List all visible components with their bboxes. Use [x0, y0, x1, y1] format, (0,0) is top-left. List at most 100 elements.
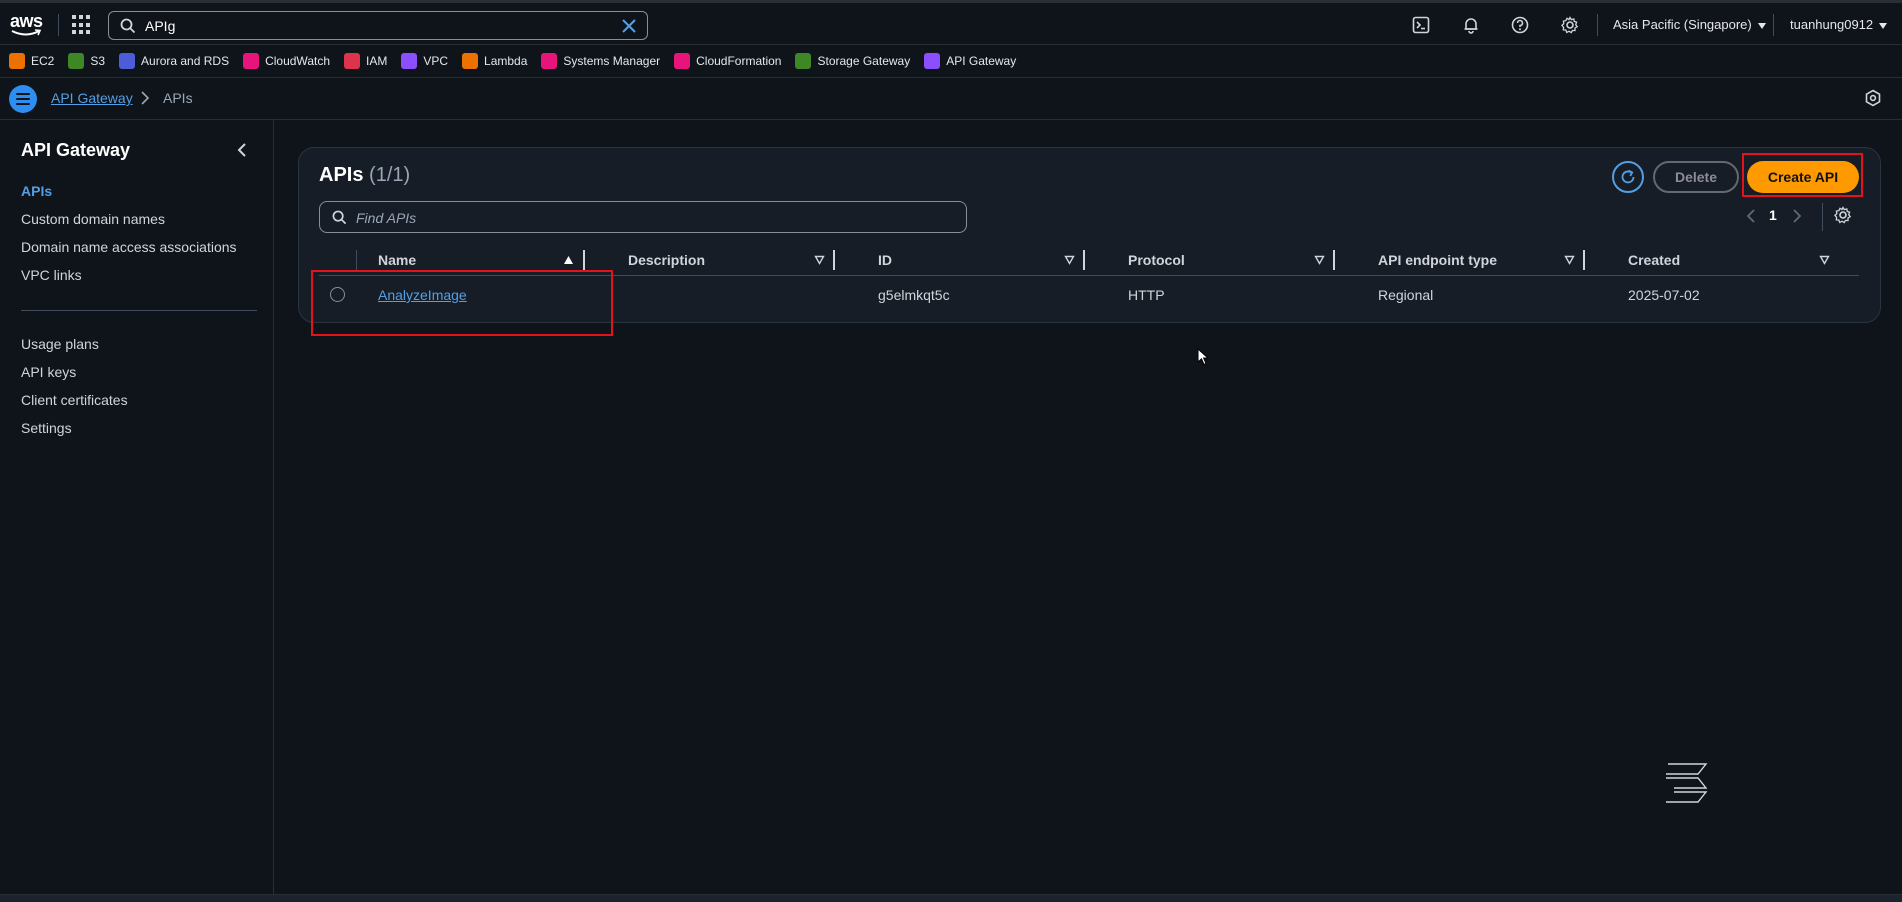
column-divider[interactable]: [1583, 250, 1585, 270]
sort-icon[interactable]: [814, 255, 825, 265]
aws-smile-icon: [11, 29, 41, 36]
column-header-endpoint-type[interactable]: API endpoint type: [1378, 252, 1497, 268]
search-input[interactable]: [145, 15, 615, 37]
favorite-label: Storage Gateway: [817, 54, 911, 68]
sidebar-item-api-keys[interactable]: API keys: [21, 364, 76, 380]
favorites-bar: EC2 S3 Aurora and RDS CloudWatch IAM VPC…: [0, 45, 1902, 78]
sort-ascending-icon[interactable]: [563, 255, 574, 265]
sidebar-title: API Gateway: [21, 140, 131, 160]
nav-divider: [1773, 14, 1774, 36]
favorite-cloudformation[interactable]: CloudFormation: [674, 53, 781, 69]
refresh-button[interactable]: [1612, 161, 1644, 193]
create-api-button[interactable]: Create API: [1747, 161, 1859, 193]
region-selector[interactable]: Asia Pacific (Singapore): [1613, 17, 1766, 32]
api-id: g5elmkqt5c: [878, 287, 950, 303]
aws-logo-text: aws: [10, 11, 43, 31]
pager-divider: [1822, 203, 1823, 231]
favorite-label: VPC: [423, 54, 449, 68]
favorite-systems-manager[interactable]: Systems Manager: [541, 53, 660, 69]
sort-icon[interactable]: [1564, 255, 1575, 265]
aws-logo[interactable]: aws: [10, 11, 44, 37]
panel-title-text: APIs: [319, 164, 364, 186]
column-divider[interactable]: [833, 250, 835, 270]
favorite-aurora-rds[interactable]: Aurora and RDS: [119, 53, 229, 69]
favorite-label: CloudFormation: [696, 54, 782, 68]
sidebar-item-settings[interactable]: Settings: [21, 420, 72, 436]
sidebar-item-domain-name-access-associations[interactable]: Domain name access associations: [21, 239, 237, 255]
rds-icon: [119, 53, 136, 69]
column-divider[interactable]: [1333, 250, 1335, 270]
caret-down-icon: [1879, 22, 1888, 29]
favorite-ec2[interactable]: EC2: [9, 53, 54, 69]
sidebar-item-vpc-links[interactable]: VPC links: [21, 267, 82, 283]
table-header: Name Description ID Protocol API endpoin…: [319, 244, 1859, 276]
clear-search-icon[interactable]: [621, 18, 637, 34]
favorite-label: IAM: [366, 54, 388, 68]
api-name-link[interactable]: AnalyzeImage: [378, 287, 467, 303]
page-number[interactable]: 1: [1769, 207, 1777, 223]
sidebar-item-usage-plans[interactable]: Usage plans: [21, 336, 99, 352]
favorite-label: Lambda: [484, 54, 528, 68]
column-header-created[interactable]: Created: [1628, 252, 1680, 268]
favorite-label: CloudWatch: [265, 54, 330, 68]
search-icon: [120, 18, 136, 34]
global-search[interactable]: [108, 11, 648, 40]
api-created: 2025-07-02: [1628, 287, 1700, 303]
favorite-vpc[interactable]: VPC: [401, 53, 448, 69]
favorite-api-gateway[interactable]: API Gateway: [924, 53, 1016, 69]
favorite-lambda[interactable]: Lambda: [462, 53, 527, 69]
favorite-label: API Gateway: [946, 54, 1017, 68]
cloudformation-icon: [674, 53, 691, 69]
cloudwatch-icon: [243, 53, 260, 69]
sidebar-item-custom-domain-names[interactable]: Custom domain names: [21, 211, 165, 227]
watermark-logo-icon: [1666, 763, 1708, 803]
chevron-left-icon[interactable]: [1746, 208, 1756, 224]
sidebar-item-apis[interactable]: APIs: [21, 183, 52, 199]
ec2-icon: [9, 53, 25, 69]
breadcrumb-link-api-gateway[interactable]: API Gateway: [51, 90, 133, 106]
favorite-s3[interactable]: S3: [68, 53, 105, 69]
mouse-cursor-icon: [1197, 348, 1209, 366]
chevron-right-icon: [141, 91, 150, 105]
row-select-radio[interactable]: [330, 287, 345, 302]
api-endpoint-type: Regional: [1378, 287, 1434, 303]
sidebar-item-client-certificates[interactable]: Client certificates: [21, 392, 128, 408]
nav-divider: [1597, 14, 1598, 36]
cloudshell-icon[interactable]: [1412, 16, 1430, 34]
delete-button[interactable]: Delete: [1653, 161, 1739, 193]
column-header-id[interactable]: ID: [878, 252, 892, 268]
table-row[interactable]: AnalyzeImage g5elmkqt5c HTTP Regional 20…: [319, 277, 1859, 311]
account-label: tuanhung0912: [1790, 17, 1874, 32]
sidebar: API Gateway APIs Custom domain names Dom…: [0, 120, 274, 894]
hamburger-menu-icon[interactable]: [9, 85, 37, 113]
column-header-name[interactable]: Name: [378, 252, 416, 268]
services-menu-icon[interactable]: [72, 15, 92, 35]
account-menu[interactable]: tuanhung0912: [1790, 17, 1888, 32]
column-divider[interactable]: [583, 250, 585, 270]
api-protocol: HTTP: [1128, 287, 1165, 303]
help-icon[interactable]: [1511, 16, 1529, 34]
region-label: Asia Pacific (Singapore): [1613, 17, 1752, 32]
bell-icon[interactable]: [1462, 16, 1480, 34]
apis-table-container: APIs (1/1) Delete Create API 1 Name: [298, 147, 1881, 336]
favorite-cloudwatch[interactable]: CloudWatch: [243, 53, 330, 69]
find-apis-input[interactable]: [356, 208, 946, 228]
chevron-left-icon[interactable]: [236, 142, 248, 158]
bottom-bar: [0, 894, 1902, 902]
top-navigation: aws Asia P: [0, 0, 1902, 45]
find-apis-field[interactable]: [319, 201, 967, 233]
gear-icon[interactable]: [1834, 206, 1852, 224]
sort-icon[interactable]: [1314, 255, 1325, 265]
gear-icon[interactable]: [1561, 16, 1579, 34]
column-header-protocol[interactable]: Protocol: [1128, 252, 1185, 268]
chevron-right-icon[interactable]: [1792, 208, 1802, 224]
favorite-iam[interactable]: IAM: [344, 53, 387, 69]
sort-icon[interactable]: [1064, 255, 1075, 265]
column-divider[interactable]: [1083, 250, 1085, 270]
info-panel-icon[interactable]: [1864, 89, 1882, 107]
column-header-description[interactable]: Description: [628, 252, 705, 268]
systems-manager-icon: [541, 53, 558, 69]
favorite-storage-gateway[interactable]: Storage Gateway: [795, 53, 910, 69]
sort-icon[interactable]: [1819, 255, 1830, 265]
iam-icon: [344, 53, 360, 69]
